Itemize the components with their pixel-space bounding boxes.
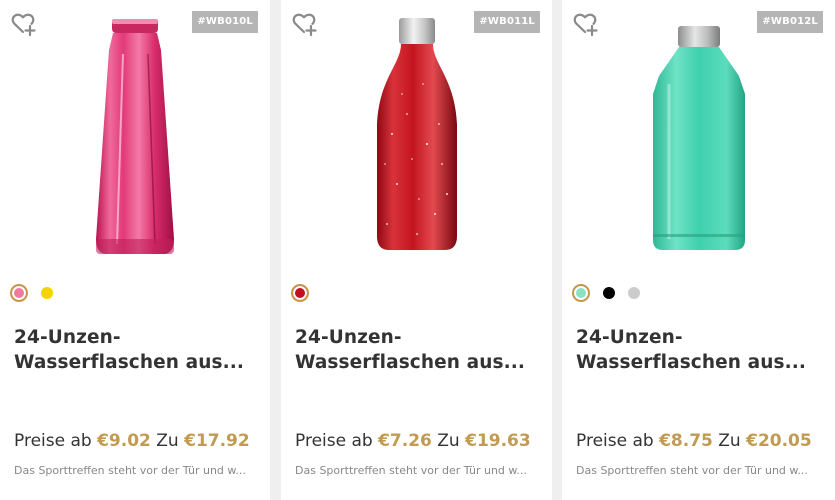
price-to: €19.63 <box>465 431 531 451</box>
product-title-line1: 24-Unzen- <box>14 327 121 348</box>
price-range: Preise ab €8.75 Zu €20.05 <box>576 431 812 451</box>
color-swatch-silver[interactable] <box>628 287 640 299</box>
price-mid: Zu <box>718 431 741 451</box>
product-description: Das Sporttreffen steht vor der Tür und w… <box>295 464 527 477</box>
product-card[interactable]: #WB011L 24-Unzen- Wasserflaschen aus... … <box>281 0 552 500</box>
price-prefix: Preise ab <box>14 431 92 451</box>
price-mid: Zu <box>156 431 179 451</box>
color-swatches <box>572 283 653 303</box>
price-prefix: Preise ab <box>576 431 654 451</box>
product-card[interactable]: #WB012L 24-Unzen- Wasserflaschen aus... … <box>562 0 835 500</box>
product-title-line1: 24-Unzen- <box>295 327 402 348</box>
price-from: €7.26 <box>378 431 432 451</box>
product-title-line2: Wasserflaschen aus... <box>14 352 244 373</box>
heart-plus-icon[interactable] <box>9 10 37 38</box>
sku-badge: #WB010L <box>192 11 258 33</box>
product-description: Das Sporttreffen steht vor der Tür und w… <box>14 464 246 477</box>
product-image[interactable] <box>357 14 477 264</box>
price-range: Preise ab €9.02 Zu €17.92 <box>14 431 250 451</box>
color-swatch-black[interactable] <box>603 287 615 299</box>
sku-badge: #WB011L <box>474 11 540 33</box>
product-card[interactable]: #WB010L 24-Unzen- Wasserflaschen aus... … <box>0 0 270 500</box>
price-to: €20.05 <box>746 431 812 451</box>
product-title[interactable]: 24-Unzen- Wasserflaschen aus... <box>14 325 258 375</box>
color-swatch-yellow[interactable] <box>41 287 53 299</box>
heart-plus-icon[interactable] <box>290 10 318 38</box>
color-swatch-pink[interactable] <box>10 284 28 302</box>
sku-badge: #WB012L <box>757 11 823 33</box>
price-mid: Zu <box>437 431 460 451</box>
price-range: Preise ab €7.26 Zu €19.63 <box>295 431 531 451</box>
price-from: €9.02 <box>97 431 151 451</box>
color-swatch-red[interactable] <box>291 284 309 302</box>
product-image[interactable] <box>75 14 195 264</box>
product-title-line2: Wasserflaschen aus... <box>576 352 806 373</box>
price-to: €17.92 <box>184 431 250 451</box>
product-description: Das Sporttreffen steht vor der Tür und w… <box>576 464 808 477</box>
price-from: €8.75 <box>659 431 713 451</box>
product-title[interactable]: 24-Unzen- Wasserflaschen aus... <box>576 325 823 375</box>
color-swatch-mint[interactable] <box>572 284 590 302</box>
color-swatches <box>10 283 66 303</box>
price-prefix: Preise ab <box>295 431 373 451</box>
color-swatches <box>291 283 322 303</box>
product-title-line2: Wasserflaschen aus... <box>295 352 525 373</box>
product-image[interactable] <box>639 14 759 264</box>
product-title-line1: 24-Unzen- <box>576 327 683 348</box>
product-title[interactable]: 24-Unzen- Wasserflaschen aus... <box>295 325 540 375</box>
heart-plus-icon[interactable] <box>571 10 599 38</box>
